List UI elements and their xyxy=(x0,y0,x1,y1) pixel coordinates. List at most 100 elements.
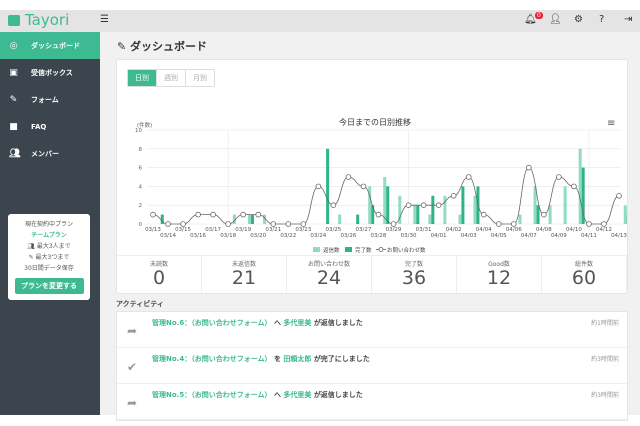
stat-value: 24 xyxy=(316,267,342,289)
stat-value: 12 xyxy=(486,267,512,289)
bar-completed xyxy=(431,195,435,224)
inquiries-point xyxy=(210,211,216,218)
inquiries-point xyxy=(150,211,156,218)
ticket-link[interactable]: 管理No.6： xyxy=(152,319,191,327)
x-tick-label: 03/18 xyxy=(220,233,236,239)
sidebar-item-faq[interactable]: ■ FAQ xyxy=(0,113,100,140)
users-icon: 👥︎ xyxy=(9,148,21,159)
stat-item: お問い合わせ数 24 xyxy=(287,256,372,295)
sidebar-item-dashboard[interactable]: ◎ ダッシュボード xyxy=(0,32,100,59)
period-tabs: 日別 週別 月別 xyxy=(127,69,215,87)
x-tick-label: 03/27 xyxy=(356,227,372,233)
tab-weekly[interactable]: 週別 xyxy=(157,70,186,86)
page-title: ✎ ダッシュボード xyxy=(117,40,208,53)
page-title-text: ダッシュボード xyxy=(130,40,208,53)
plan-heading: 現在契約中プラン xyxy=(24,221,73,228)
inquiries-point xyxy=(420,202,427,208)
label: FAQ xyxy=(31,122,47,131)
x-tick-label: 04/03 xyxy=(461,233,477,239)
user-link[interactable]: 多代里美 xyxy=(283,391,311,399)
x-tick-label: 03/24 xyxy=(310,233,326,239)
bar-replies xyxy=(623,205,627,224)
inquiries-point xyxy=(255,211,262,218)
label: 受信ボックス xyxy=(31,68,73,77)
y-tick-label: 6 xyxy=(139,166,143,172)
x-tick-label: 04/06 xyxy=(506,227,522,233)
x-tick-label: 03/22 xyxy=(280,233,296,239)
activity-item[interactable]: ➦ 管理No.5：（お問い合わせフォーム） へ 多代里美 が返信しました 約3時間前 xyxy=(117,384,627,420)
main-content: ✎ ダッシュボード 日別 週別 月別 今日までの日別推移 ≡ (件数) 0 2 4 6 8 10… xyxy=(100,32,640,421)
user-icon[interactable]: 👤︎ xyxy=(549,14,562,25)
activity-message: 管理No.4：（お問い合わせフォーム） を 田頼太郎 が完了にしました xyxy=(152,354,370,364)
y-tick-label: 0 xyxy=(139,222,143,228)
ticket-link[interactable]: 管理No.4： xyxy=(152,355,191,363)
inquiries-point xyxy=(571,183,577,190)
sidebar-item-members[interactable]: 👥︎ メンバー xyxy=(0,140,100,167)
legend-swatch xyxy=(313,247,320,252)
inquiries-point xyxy=(480,211,487,218)
form-link[interactable]: （お問い合わせフォーム） xyxy=(191,355,271,363)
chart-card: 日別 週別 月別 今日までの日別推移 ≡ (件数) 0 2 4 6 8 10 03/13 03/14… xyxy=(116,59,628,295)
bar-replies xyxy=(548,205,552,224)
x-tick-label: 03/17 xyxy=(205,227,221,233)
bar-replies xyxy=(458,214,462,224)
plan-card: 現在契約中プラン チームプラン 👥︎ 最大3人まで ✎ 最大3つまで 30日間デ… xyxy=(8,214,90,300)
x-tick-label: 04/12 xyxy=(596,227,612,233)
legend-swatch xyxy=(345,247,352,252)
plan-forms-text: 最大3つまで xyxy=(35,254,70,261)
form-link[interactable]: （お問い合わせフォーム） xyxy=(191,391,271,399)
stat-item: 完了数 36 xyxy=(372,256,457,295)
x-tick-label: 04/01 xyxy=(431,233,447,239)
legend-label: お問い合わせ数 xyxy=(387,246,426,254)
plan-retention: 30日間データ保存 xyxy=(24,265,74,272)
inquiries-point xyxy=(450,193,457,199)
x-tick-label: 03/20 xyxy=(250,233,266,239)
form-link[interactable]: （お問い合わせフォーム） xyxy=(191,319,271,327)
x-tick-label: 03/26 xyxy=(340,233,356,239)
activity-time: 約3時間前 xyxy=(591,356,619,363)
inquiries-point xyxy=(375,211,382,218)
logo[interactable]: Tayori xyxy=(8,11,69,29)
inquiries-point xyxy=(510,221,517,227)
sidebar-item-form[interactable]: ✎ フォーム xyxy=(0,86,100,113)
inquiries-point xyxy=(601,221,607,227)
inquiries-point xyxy=(405,202,412,208)
inquiries-point xyxy=(180,221,186,227)
x-tick-label: 04/13 xyxy=(611,233,627,239)
change-plan-button[interactable]: プランを変更する xyxy=(14,278,84,294)
book-icon: ■ xyxy=(9,121,18,132)
inquiries-point xyxy=(586,221,592,227)
chart-menu-icon: ≡ xyxy=(607,118,615,129)
menu-toggle-icon[interactable]: ☰ xyxy=(100,14,109,25)
tab-monthly[interactable]: 月別 xyxy=(186,70,214,86)
bar-replies xyxy=(247,214,251,224)
sidebar-item-inbox[interactable]: ▣ 受信ボックス xyxy=(0,59,100,86)
activity-item[interactable]: ➦ 管理No.6：（お問い合わせフォーム） へ 多代里美 が返信しました 約1時間前 xyxy=(117,312,627,348)
y-tick-label: 8 xyxy=(139,147,143,153)
ticket-link[interactable]: 管理No.5： xyxy=(152,391,191,399)
gear-icon[interactable]: ⚙ xyxy=(574,14,583,25)
bar-completed xyxy=(416,205,420,224)
check-icon: ✔ xyxy=(127,360,138,374)
activity-heading: アクティビティ xyxy=(116,300,164,308)
x-tick-label: 03/25 xyxy=(325,227,341,233)
user-link[interactable]: 田頼太郎 xyxy=(283,355,311,363)
bar-replies xyxy=(443,195,447,224)
inquiries-point xyxy=(390,221,397,227)
activity-item[interactable]: ✔ 管理No.4：（お問い合わせフォーム） を 田頼太郎 が完了にしました 約3時間… xyxy=(117,348,627,384)
user-link[interactable]: 多代里美 xyxy=(283,319,311,327)
tab-daily[interactable]: 日別 xyxy=(128,70,157,86)
stats-row: 未読数 0 未返信数 21 お問い合わせ数 24 完了数 36 Good数 12 総件数 60 xyxy=(117,255,627,295)
x-tick-label: 03/31 xyxy=(416,227,432,233)
bar-completed xyxy=(371,205,375,224)
stat-value: 21 xyxy=(231,267,257,289)
bar-completed xyxy=(326,148,330,224)
x-tick-label: 04/09 xyxy=(551,233,567,239)
logout-icon[interactable]: ⇥ xyxy=(624,14,632,25)
bar-replies xyxy=(563,186,567,224)
x-tick-label: 04/07 xyxy=(521,233,537,239)
legend-marker xyxy=(378,247,384,252)
stat-item: 未返信数 21 xyxy=(202,256,287,295)
logo-icon xyxy=(8,14,20,26)
help-icon[interactable]: ? xyxy=(599,14,604,25)
